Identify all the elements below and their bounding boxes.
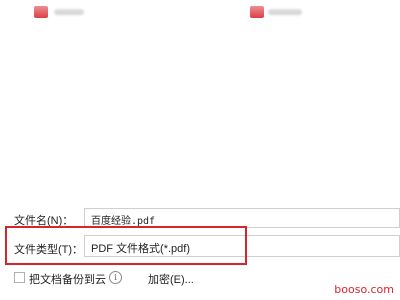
encrypt-button[interactable]: 加密(E)... (148, 271, 194, 287)
backup-label: 把文档备份到云 (29, 274, 106, 286)
list-fade (0, 0, 400, 22)
highlight-box (5, 226, 247, 265)
backup-checkbox[interactable] (14, 272, 25, 283)
filename-input[interactable]: 百度经验.pdf (84, 208, 400, 228)
info-icon[interactable]: i (109, 271, 122, 284)
watermark: booso.com (334, 283, 394, 296)
